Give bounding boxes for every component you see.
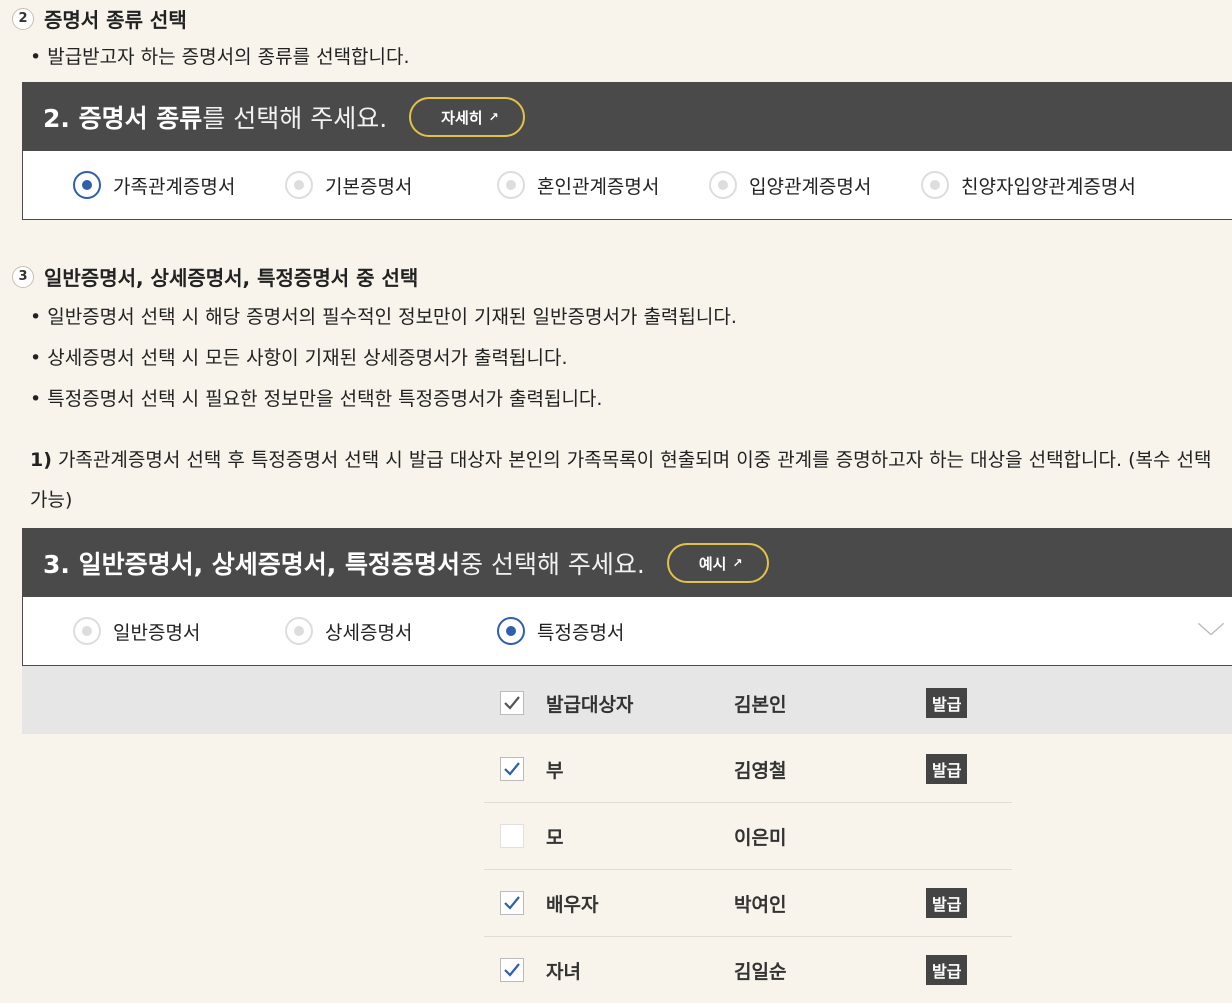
step-2-heading: 2 증명서 종류 선택 [12, 4, 187, 33]
instruction-text: 발급받고자 하는 증명서의 종류를 선택합니다. [30, 42, 409, 69]
issue-badge[interactable]: 발급 [926, 888, 968, 918]
certificate-type-panel: 2. 증명서 종류 를 선택해 주세요. 자세히 ↗ 가족관계증명서 기본증명서… [22, 82, 1232, 220]
family-list: 발급대상자 김본인 발급 부 김영철 발급 모 이은미 배우자 박여인 발급 자… [22, 666, 1232, 991]
panel-title-rest: 를 선택해 주세요. [202, 104, 388, 133]
panel-header: 2. 증명서 종류 를 선택해 주세요. 자세히 ↗ [23, 83, 1232, 151]
panel-title: 2. 증명서 종류 [43, 104, 203, 133]
relation-label: 발급대상자 [546, 693, 634, 716]
checkbox[interactable] [500, 824, 524, 848]
instruction-text: 특정증명서 선택 시 필요한 정보만을 선택한 특정증명서가 출력됩니다. [30, 384, 602, 411]
note-text: 가족관계증명서 선택 후 특정증명서 선택 시 발급 대상자 본인의 가족목록이… [30, 449, 1212, 511]
example-button[interactable]: 예시 ↗ [666, 543, 769, 583]
family-row: 부 김영철 발급 [484, 736, 1012, 803]
relation-label: 부 [546, 759, 564, 782]
chevron-down-icon[interactable] [1197, 615, 1225, 643]
family-row: 모 이은미 [484, 803, 1012, 870]
instruction-text: 일반증명서 선택 시 해당 증명서의 필수적인 정보만이 기재된 일반증명서가 … [30, 302, 737, 329]
check-icon [504, 696, 520, 710]
person-name: 김영철 [734, 759, 787, 782]
step-number: 3 [12, 265, 34, 288]
relation-label: 배우자 [546, 893, 599, 916]
family-row: 자녀 김일순 발급 [484, 937, 1012, 1003]
person-name: 김본인 [734, 693, 787, 716]
radio-label: 일반증명서 [113, 621, 201, 644]
radio-icon [285, 171, 313, 199]
radio-selected-icon [497, 617, 525, 645]
issue-badge[interactable]: 발급 [926, 754, 968, 784]
external-link-icon: ↗ [488, 110, 499, 124]
person-name: 이은미 [734, 826, 787, 849]
radio-full-adoption[interactable]: 친양자입양관계증명서 [921, 171, 1136, 199]
relation-label: 자녀 [546, 960, 581, 983]
radio-basic[interactable]: 기본증명서 [285, 171, 412, 199]
radio-general[interactable]: 일반증명서 [73, 617, 200, 645]
step-title: 증명서 종류 선택 [44, 8, 187, 32]
panel-header: 3. 일반증명서, 상세증명서, 특정증명서 중 선택해 주세요. 예시 ↗ [23, 529, 1232, 597]
radio-marriage[interactable]: 혼인관계증명서 [497, 171, 659, 199]
external-link-icon: ↗ [732, 556, 743, 570]
step-3-heading: 3 일반증명서, 상세증명서, 특정증명서 중 선택 [12, 262, 418, 291]
certificate-type-options: 가족관계증명서 기본증명서 혼인관계증명서 입양관계증명서 친양자입양관계증명서 [23, 151, 1232, 219]
radio-icon [921, 171, 949, 199]
detail-button[interactable]: 자세히 ↗ [409, 97, 525, 137]
family-row: 발급대상자 김본인 발급 [484, 670, 1012, 736]
checkbox[interactable] [500, 958, 524, 982]
note-prefix: 1) [30, 449, 52, 471]
panel-title-rest: 중 선택해 주세요. [460, 550, 645, 579]
issue-badge[interactable]: 발급 [926, 955, 968, 985]
checkbox[interactable] [500, 691, 524, 715]
radio-icon [285, 617, 313, 645]
step-number: 2 [12, 7, 34, 30]
radio-icon [73, 617, 101, 645]
radio-selected-icon [73, 171, 101, 199]
checkbox[interactable] [500, 757, 524, 781]
radio-icon [497, 171, 525, 199]
selection-note: 1) 가족관계증명서 선택 후 특정증명서 선택 시 발급 대상자 본인의 가족… [30, 440, 1230, 520]
certificate-detail-options: 일반증명서 상세증명서 특정증명서 [23, 597, 1232, 665]
issue-badge[interactable]: 발급 [926, 688, 968, 718]
relation-label: 모 [546, 826, 564, 849]
check-icon [504, 762, 520, 776]
certificate-detail-panel: 3. 일반증명서, 상세증명서, 특정증명서 중 선택해 주세요. 예시 ↗ 일… [22, 528, 1232, 666]
family-row: 배우자 박여인 발급 [484, 870, 1012, 937]
radio-label: 입양관계증명서 [749, 175, 872, 198]
person-name: 박여인 [734, 893, 787, 916]
radio-family-relation[interactable]: 가족관계증명서 [73, 171, 235, 199]
radio-icon [709, 171, 737, 199]
radio-label: 상세증명서 [325, 621, 413, 644]
detail-button-label: 자세히 [441, 108, 483, 127]
instruction-text: 상세증명서 선택 시 모든 사항이 기재된 상세증명서가 출력됩니다. [30, 343, 567, 370]
radio-label: 친양자입양관계증명서 [961, 175, 1136, 198]
step-title: 일반증명서, 상세증명서, 특정증명서 중 선택 [44, 266, 419, 290]
checkbox[interactable] [500, 891, 524, 915]
radio-specific[interactable]: 특정증명서 [497, 617, 624, 645]
person-name: 김일순 [734, 960, 787, 983]
check-icon [504, 963, 520, 977]
radio-label: 기본증명서 [325, 175, 413, 198]
radio-label: 혼인관계증명서 [537, 175, 660, 198]
radio-label: 가족관계증명서 [113, 175, 236, 198]
check-icon [504, 896, 520, 910]
panel-title: 3. 일반증명서, 상세증명서, 특정증명서 [43, 550, 460, 579]
example-button-label: 예시 [698, 554, 727, 573]
radio-detailed[interactable]: 상세증명서 [285, 617, 412, 645]
radio-adoption[interactable]: 입양관계증명서 [709, 171, 871, 199]
radio-label: 특정증명서 [537, 621, 625, 644]
